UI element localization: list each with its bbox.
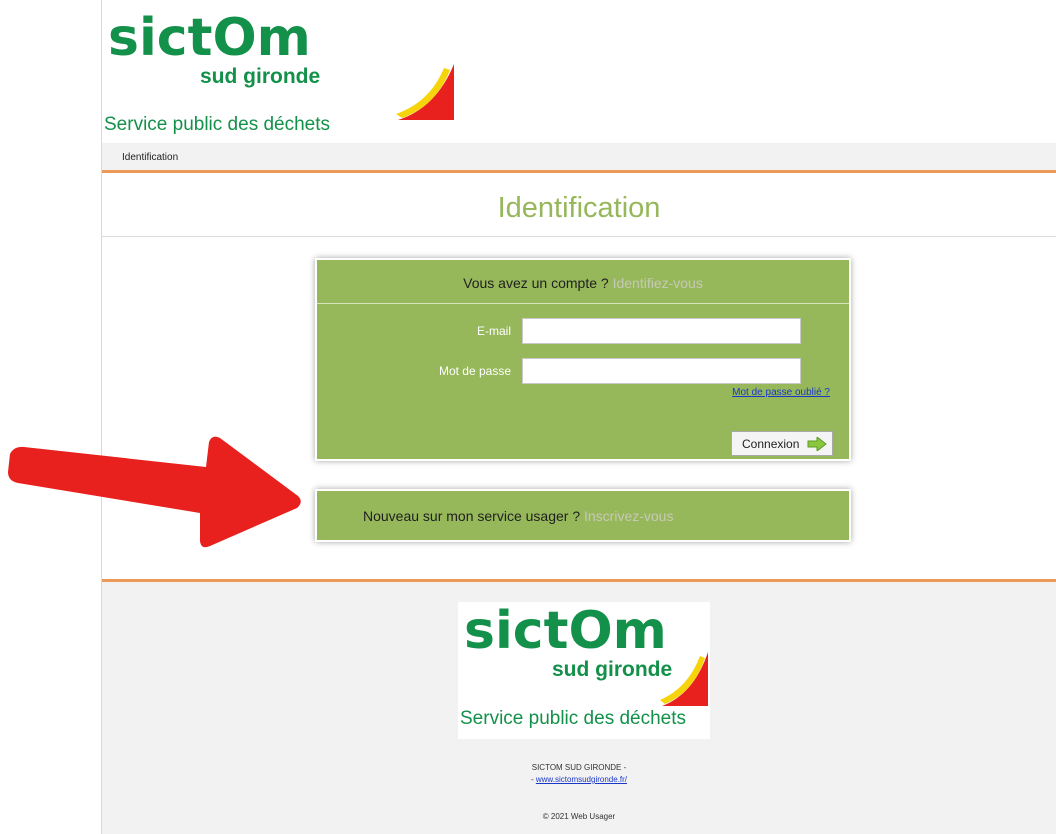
footer-logo-wordmark: sictOm xyxy=(464,601,667,661)
page-title: Identification xyxy=(497,192,661,224)
header-logo[interactable]: sictOm sud gironde Service public des dé… xyxy=(104,8,454,136)
footer-site-link[interactable]: www.sictomsudgironde.fr/ xyxy=(536,775,627,784)
logo-tagline: Service public des déchets xyxy=(104,114,331,135)
signup-text: Nouveau sur mon service usager ? Inscriv… xyxy=(363,508,673,524)
breadcrumb[interactable]: Identification xyxy=(122,152,178,163)
signup-prompt: Nouveau sur mon service usager ? xyxy=(363,508,581,524)
footer-copyright: © 2021 Web Usager xyxy=(542,812,616,821)
logo-swoosh-icon xyxy=(396,64,454,120)
connexion-button[interactable]: Connexion xyxy=(731,431,833,456)
login-header: Vous avez un compte ? Identifiez-vous xyxy=(317,260,849,304)
footer: sictOm sud gironde Service public des dé… xyxy=(102,579,1056,834)
login-prompt: Vous avez un compte ? xyxy=(463,275,609,291)
footer-site-prefix: - xyxy=(530,775,534,784)
login-panel: Vous avez un compte ? Identifiez-vous E-… xyxy=(315,258,851,461)
password-row: Mot de passe xyxy=(317,358,849,384)
password-field[interactable] xyxy=(522,358,801,384)
forgot-password-link[interactable]: Mot de passe oublié ? xyxy=(732,387,830,398)
email-row: E-mail xyxy=(317,318,849,344)
password-label: Mot de passe xyxy=(438,364,511,378)
email-label: E-mail xyxy=(476,324,511,338)
footer-logo-tagline: Service public des déchets xyxy=(460,708,687,729)
page-title-bar: Identification xyxy=(102,176,1056,237)
login-prompt-link: Identifiez-vous xyxy=(612,275,703,291)
breadcrumb-bar: Identification xyxy=(102,143,1056,173)
email-field[interactable] xyxy=(522,318,801,344)
footer-logo-swoosh-icon xyxy=(660,652,708,706)
footer-logo: sictOm sud gironde Service public des dé… xyxy=(458,602,710,739)
footer-site-line: - www.sictomsudgironde.fr/ xyxy=(102,775,1056,784)
footer-logo-subtitle: sud gironde xyxy=(552,658,673,681)
annotation-arrow-icon xyxy=(8,436,301,548)
signup-panel: Nouveau sur mon service usager ? Inscriv… xyxy=(315,489,851,542)
logo-wordmark: sictOm xyxy=(108,8,311,68)
connexion-label: Connexion xyxy=(742,437,800,451)
footer-org-name: SICTOM SUD GIRONDE - xyxy=(531,763,627,772)
signup-link[interactable]: Inscrivez-vous xyxy=(584,508,673,524)
logo-subtitle: sud gironde xyxy=(200,65,321,88)
arrow-right-icon xyxy=(807,437,827,451)
